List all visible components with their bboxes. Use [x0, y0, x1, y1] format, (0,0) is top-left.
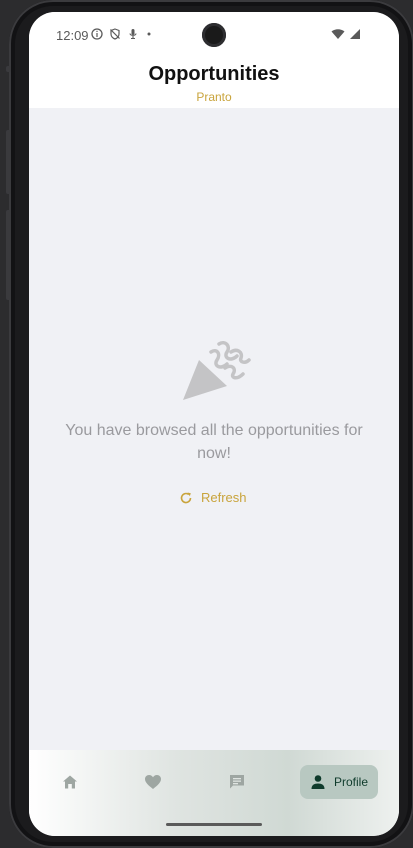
nav-home[interactable]: [55, 765, 85, 799]
status-icons-right: [331, 28, 361, 40]
dot-icon: [147, 32, 151, 36]
nav-profile[interactable]: Profile: [300, 765, 378, 799]
empty-state-message: You have browsed all the opportunities f…: [65, 422, 363, 462]
content-area: You have browsed all the opportunities f…: [29, 108, 399, 750]
wifi-icon: [331, 29, 345, 39]
status-bar: 12:09: [29, 12, 399, 58]
bottom-navigation: Profile: [29, 750, 399, 836]
side-button: [6, 66, 11, 72]
refresh-icon: [180, 492, 192, 503]
side-button: [6, 210, 11, 300]
refresh-label: Refresh: [201, 490, 247, 505]
nav-messages[interactable]: [222, 765, 252, 799]
home-icon: [63, 775, 77, 789]
front-camera: [202, 23, 226, 47]
nav-favorites[interactable]: [138, 765, 168, 799]
microphone-icon: [129, 29, 137, 40]
status-time: 12:09: [56, 28, 89, 43]
screen: 12:09 Opportunities Pranto You have brow…: [29, 12, 399, 836]
person-icon: [311, 775, 325, 789]
heart-icon: [145, 775, 161, 789]
app-header: Opportunities Pranto: [29, 58, 399, 108]
info-icon: [91, 28, 103, 40]
status-icons-left: [91, 28, 153, 40]
refresh-button[interactable]: Refresh: [179, 490, 247, 505]
page-subtitle: Pranto: [196, 90, 232, 104]
signal-icon: [350, 29, 360, 39]
nav-profile-label: Profile: [333, 775, 368, 789]
home-indicator[interactable]: [166, 823, 262, 826]
side-button: [6, 130, 11, 194]
page-title: Opportunities: [148, 63, 280, 85]
chat-icon: [230, 775, 244, 789]
shield-off-icon: [110, 28, 120, 40]
party-popper-icon: [183, 340, 251, 400]
